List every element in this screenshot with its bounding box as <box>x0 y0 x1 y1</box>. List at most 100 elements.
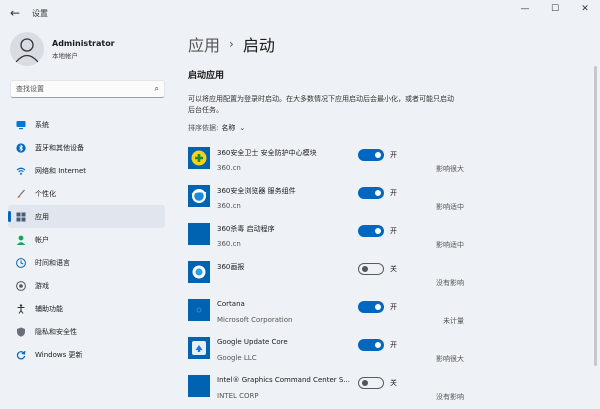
sort-dropdown[interactable]: 排序依据: 名称 ⌄ <box>188 123 245 133</box>
startup-app-list: 360安全卫士 安全防护中心模块 360.cn 开影响很大 360安全浏览器 服务组件… <box>188 145 464 409</box>
app-name: Cortana <box>217 300 245 308</box>
sidebar-item-label: 蓝牙和其他设备 <box>35 143 84 152</box>
person-silhouette-icon <box>15 38 39 63</box>
bluetooth-icon <box>16 142 26 153</box>
sidebar-item-accessibility[interactable]: 辅助功能 <box>8 297 165 320</box>
app-publisher: Google LLC <box>217 354 257 362</box>
search-box: ⌕ <box>10 80 165 98</box>
startup-app-row: Google Update Core Google LLC 开影响很大 <box>188 335 464 373</box>
cortana-icon <box>188 299 210 321</box>
app-name: Google Update Core <box>217 338 288 346</box>
toggle-state-label: 关 <box>390 265 397 273</box>
sidebar-item-bluetooth[interactable]: 蓝牙和其他设备 <box>8 136 165 159</box>
toggle-knob <box>362 380 368 386</box>
brush-icon <box>16 189 26 199</box>
window-controls: — ☐ ✕ <box>510 0 600 18</box>
startup-toggle[interactable] <box>358 377 384 389</box>
360-wallpaper-icon <box>188 261 210 283</box>
section-title: 启动应用 <box>188 71 225 81</box>
sort-label: 排序依据: <box>188 124 219 132</box>
sort-value: 名称 <box>221 124 236 132</box>
toggle-state-label: 开 <box>390 151 397 159</box>
breadcrumb: 应用 › 启动 <box>188 32 275 56</box>
toggle-knob <box>375 190 381 196</box>
toggle-knob <box>375 152 381 158</box>
startup-toggle[interactable] <box>358 187 384 199</box>
sidebar-item-shield[interactable]: 隐私和安全性 <box>8 320 165 343</box>
toggle-state-label: 开 <box>390 189 397 197</box>
startup-toggle[interactable] <box>358 149 384 161</box>
window-title: 设置 <box>32 8 48 18</box>
search-input[interactable] <box>16 85 155 93</box>
app-publisher: INTEL CORP <box>217 392 259 400</box>
sidebar-item-label: 辅助功能 <box>35 304 63 313</box>
profile-name: Administrator <box>52 38 115 48</box>
sidebar-item-apps[interactable]: 应用 <box>8 205 165 228</box>
gamepad-icon <box>16 280 26 291</box>
startup-toggle[interactable] <box>358 225 384 237</box>
search-icon[interactable]: ⌕ <box>155 84 159 94</box>
sidebar-item-label: Windows 更新 <box>35 350 83 359</box>
sidebar-item-person[interactable]: 帐户 <box>8 228 165 251</box>
toggle-state-label: 开 <box>390 341 397 349</box>
startup-toggle[interactable] <box>358 263 384 275</box>
startup-app-row: Intel® Graphics Command Center S... INTEL… <box>188 373 464 409</box>
360-browser-icon <box>188 185 210 207</box>
sidebar-item-label: 系统 <box>35 120 49 129</box>
startup-app-row: 360杀毒 启动程序 360.cn 开影响适中 <box>188 221 464 259</box>
scrollbar[interactable] <box>594 66 597 366</box>
startup-app-row: Cortana Microsoft Corporation 开未计量 <box>188 297 464 335</box>
toggle-state-label: 开 <box>390 303 397 311</box>
app-name: 360画报 <box>217 263 245 271</box>
sidebar-item-brush[interactable]: 个性化 <box>8 182 165 205</box>
startup-app-row: 360安全卫士 安全防护中心模块 360.cn 开影响很大 <box>188 145 464 183</box>
toggle-state-label: 开 <box>390 227 397 235</box>
wifi-icon <box>16 166 26 176</box>
sidebar-item-monitor[interactable]: 系统 <box>8 113 165 136</box>
maximize-button[interactable]: ☐ <box>540 0 570 18</box>
app-publisher: Microsoft Corporation <box>217 316 293 324</box>
startup-toggle[interactable] <box>358 339 384 351</box>
app-name: Intel® Graphics Command Center S... <box>217 376 350 384</box>
sidebar-item-globe-clock[interactable]: 时间和语言 <box>8 251 165 274</box>
shield-icon <box>16 327 26 337</box>
app-publisher: 360.cn <box>217 202 241 210</box>
monitor-icon <box>16 120 26 130</box>
google-update-icon <box>188 337 210 359</box>
sidebar-nav: 系统蓝牙和其他设备 网络和 Internet 个性化应用帐户 时间和语言游戏辅助功能隐… <box>8 113 165 366</box>
app-publisher: 360.cn <box>217 164 241 172</box>
sidebar-item-label: 个性化 <box>35 189 56 198</box>
profile-account-type: 本地帐户 <box>52 51 78 60</box>
close-button[interactable]: ✕ <box>570 0 600 18</box>
page-title: 启动 <box>242 36 275 55</box>
minimize-icon: — <box>520 4 530 14</box>
main-content: 应用 › 启动 启动应用 可以将应用配置为登录时启动。在大多数情况下应用启动后会… <box>172 26 600 409</box>
app-name: 360安全卫士 安全防护中心模块 <box>217 149 317 157</box>
startup-app-row: 360安全浏览器 服务组件 360.cn 开影响适中 <box>188 183 464 221</box>
toggle-knob <box>375 342 381 348</box>
sidebar: Administrator 本地帐户 ⌕ 系统蓝牙和其他设备网络和 Intern… <box>0 26 172 409</box>
startup-impact: 没有影响 <box>436 393 464 401</box>
toggle-knob <box>362 266 368 272</box>
toggle-knob <box>375 228 381 234</box>
apps-icon <box>16 212 26 222</box>
startup-impact: 影响适中 <box>436 241 464 249</box>
sidebar-item-label: 游戏 <box>35 281 49 290</box>
sidebar-item-label: 网络和 Internet <box>35 166 87 175</box>
360-safe-icon <box>188 147 210 169</box>
back-button[interactable]: ← <box>4 2 26 24</box>
sidebar-item-wifi[interactable]: 网络和 Internet <box>8 159 165 182</box>
startup-impact: 没有影响 <box>436 279 464 287</box>
sidebar-item-label: 应用 <box>35 212 49 221</box>
app-publisher: 360.cn <box>217 240 241 248</box>
sidebar-item-gamepad[interactable]: 游戏 <box>8 274 165 297</box>
sidebar-item-update[interactable]: Windows 更新 <box>8 343 165 366</box>
user-profile[interactable]: Administrator 本地帐户 <box>10 32 115 66</box>
app-name: 360安全浏览器 服务组件 <box>217 187 296 195</box>
startup-toggle[interactable] <box>358 301 384 313</box>
minimize-button[interactable]: — <box>510 0 540 18</box>
breadcrumb-chevron-icon: › <box>229 37 234 51</box>
startup-impact: 影响很大 <box>436 355 464 363</box>
breadcrumb-parent-link[interactable]: 应用 <box>188 32 220 56</box>
globe-clock-icon <box>16 257 26 268</box>
